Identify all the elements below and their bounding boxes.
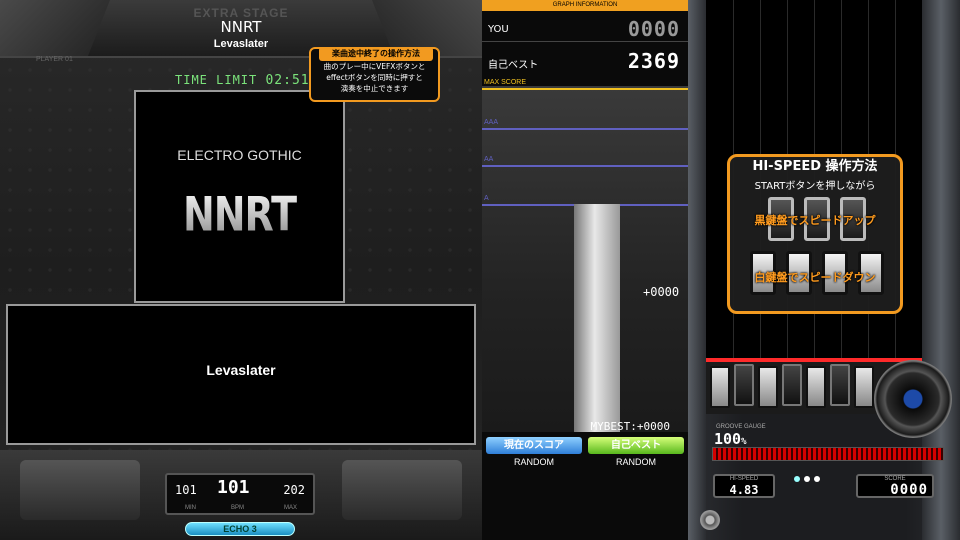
tooltip-title: 楽曲途中終了の操作方法 — [319, 47, 433, 61]
you-label: YOU — [488, 24, 509, 35]
hispeed-label: HI-SPEED — [729, 476, 759, 482]
time-limit: TIME LIMIT 02:51 — [175, 73, 310, 88]
groove-gauge-number: 100 — [714, 430, 742, 448]
hispeed-help-subtitle: STARTボタンを押しながら — [754, 181, 876, 192]
time-limit-value: 02:51 — [265, 73, 310, 88]
white-key[interactable] — [710, 366, 730, 408]
song-jacket: ELECTRO GOTHIC NNRT — [134, 90, 345, 303]
effect-knob[interactable] — [700, 510, 720, 530]
graph-header: GRAPH INFORMATION — [482, 0, 688, 11]
bga-artist: Levaslater — [206, 362, 276, 378]
graph-line-label: AAA — [484, 119, 499, 126]
groove-gauge-bar — [712, 447, 944, 461]
time-limit-label: TIME LIMIT — [175, 73, 258, 87]
song-title: NNRT — [220, 18, 262, 36]
groove-gauge-value: 100% — [714, 430, 747, 448]
score-display: SCORE 0000 — [856, 474, 934, 498]
graph-line-label: A — [484, 195, 489, 202]
white-key[interactable] — [806, 366, 826, 408]
tooltip-line: 演奏を中止できます — [340, 84, 409, 93]
hispeed-down-text: 白鍵盤でスピードダウン — [754, 271, 876, 284]
hispeed-display: HI-SPEED 4.83 — [713, 474, 775, 498]
white-key[interactable] — [854, 366, 874, 408]
you-score: 0000 — [627, 17, 680, 41]
indicator-light — [804, 476, 810, 482]
mybest-diff: MYBEST:+0000 — [590, 420, 670, 433]
player-label: PLAYER 01 — [36, 56, 73, 63]
hispeed-help-title: HI-SPEED 操作方法 — [752, 159, 878, 174]
effect-badge: ECHO 3 — [185, 522, 295, 536]
hispeed-up-text: 黒鍵盤でスピードアップ — [754, 214, 876, 227]
bpm-label: BPM — [231, 505, 245, 511]
current-score-button[interactable]: 現在のスコア — [486, 437, 582, 454]
groove-gauge-unit: % — [741, 437, 747, 447]
you-score-row: YOU 0000 — [482, 16, 688, 42]
black-key[interactable] — [830, 364, 850, 406]
indicator-light — [794, 476, 800, 482]
option-current: RANDOM — [514, 457, 554, 467]
jacket-genre: ELECTRO GOTHIC — [177, 147, 302, 163]
tooltip-line: 曲のプレー中にVEFXボタンと — [323, 62, 426, 71]
best-score: 2369 — [627, 49, 680, 73]
black-key[interactable] — [782, 364, 802, 406]
score-value: 0000 — [890, 482, 928, 498]
turntable[interactable] — [874, 360, 952, 438]
score-graph-panel: GRAPH INFORMATION YOU 0000 自己ベスト 2369 MA… — [482, 0, 688, 540]
bpm-current: 101 — [217, 477, 250, 498]
white-key[interactable] — [758, 366, 778, 408]
tooltip-line: effectボタンを同時に押すと — [326, 73, 423, 82]
graph-line-max: MAX SCORE — [482, 79, 688, 90]
option-best: RANDOM — [616, 457, 656, 467]
bpm-max-label: MAX — [283, 505, 297, 511]
best-score-row: 自己ベスト 2369 — [482, 48, 688, 74]
graph-line-label: AA — [484, 156, 494, 163]
bpm-min: 101 — [175, 483, 197, 497]
best-label: 自己ベスト — [488, 60, 539, 71]
graph-line-aa: AA — [482, 156, 688, 167]
indicator-light — [814, 476, 820, 482]
frame-panel-left — [20, 460, 140, 520]
black-key[interactable] — [734, 364, 754, 406]
jacket-title: NNRT — [136, 187, 343, 242]
bpm-display: 101 101 202 MIN BPM MAX — [165, 473, 315, 515]
personal-best-button[interactable]: 自己ベスト — [588, 437, 684, 454]
quit-help-tooltip: 楽曲途中終了の操作方法 曲のプレー中にVEFXボタンと effectボタンを同時… — [309, 47, 440, 102]
hispeed-help-panel: HI-SPEED 操作方法 STARTボタンを押しながら 黒鍵盤でスピードアップ… — [727, 154, 903, 314]
frame-left — [688, 0, 706, 540]
hispeed-value: 4.83 — [729, 483, 759, 497]
my-best-bar — [574, 203, 620, 432]
bpm-max: 202 — [283, 483, 305, 497]
bpm-min-label: MIN — [185, 505, 196, 511]
graph-plot: MAX SCORE AAA AA A — [482, 79, 688, 432]
bga-panel: Levaslater — [6, 304, 476, 445]
graph-line-aaa: AAA — [482, 119, 688, 130]
graph-line-label: MAX SCORE — [484, 79, 527, 86]
frame-panel-right — [342, 460, 462, 520]
plus-score: +0000 — [643, 285, 680, 299]
